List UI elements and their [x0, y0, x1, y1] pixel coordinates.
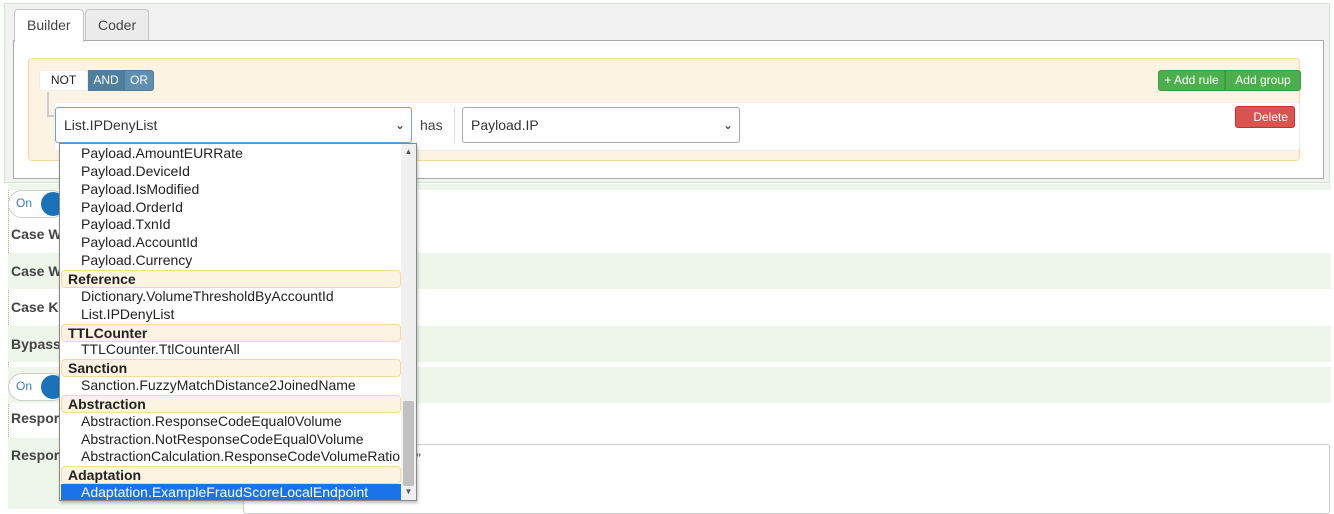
- and-button[interactable]: AND: [88, 70, 124, 91]
- dropdown-option[interactable]: AbstractionCalculation.ResponseCodeVolum…: [61, 448, 401, 466]
- divider: [454, 107, 455, 143]
- scroll-up-icon[interactable]: ▲: [401, 145, 416, 159]
- chevron-down-icon: ⌄: [722, 118, 733, 132]
- dropdown-option[interactable]: Payload.OrderId: [61, 199, 401, 217]
- dropdown-option[interactable]: Payload.AccountId: [61, 234, 401, 252]
- dropdown-group-header: Adaptation: [61, 466, 401, 485]
- dropdown-group-header: TTLCounter: [61, 323, 401, 342]
- setting-label: Respor: [11, 410, 60, 426]
- add-group-button[interactable]: Add group: [1225, 70, 1301, 91]
- setting-label: Case K: [11, 299, 59, 315]
- field-select-value: List.IPDenyList: [64, 117, 158, 133]
- setting-label: Case W: [11, 226, 62, 242]
- scrollbar-thumb[interactable]: [403, 401, 414, 486]
- dropdown-option[interactable]: Payload.DeviceId: [61, 163, 401, 181]
- dropdown-option[interactable]: Adaptation.ExampleFraudScoreLocalEndpoin…: [61, 484, 401, 500]
- dropdown-group-header: Sanction: [61, 359, 401, 378]
- dropdown-option[interactable]: Payload.Currency: [61, 252, 401, 270]
- dropdown-option[interactable]: TTLCounter.TtlCounterAll: [61, 341, 401, 359]
- field-select[interactable]: List.IPDenyList ⌄: [55, 107, 412, 143]
- dropdown-option[interactable]: Dictionary.VolumeThresholdByAccountId: [61, 288, 401, 306]
- add-rule-button[interactable]: + Add rule: [1158, 70, 1225, 91]
- dropdown-option[interactable]: Payload.AmountEURRate: [61, 145, 401, 163]
- value-select-value: Payload.IP: [471, 117, 539, 133]
- setting-label: Respor: [11, 447, 60, 463]
- setting-label: Bypass: [11, 336, 61, 352]
- dropdown-scrollbar[interactable]: ▲ ▼: [401, 144, 416, 500]
- toggle-on-label: On: [16, 379, 33, 393]
- dropdown-group-header: Abstraction: [61, 394, 401, 413]
- toggle-switch-2[interactable]: On: [8, 373, 66, 401]
- delete-rule-button[interactable]: Delete: [1235, 106, 1295, 128]
- toggle-on-label: On: [16, 196, 33, 210]
- operator-label: has: [420, 117, 443, 133]
- toggle-switch-1[interactable]: On: [8, 190, 66, 218]
- dropdown-option[interactable]: Abstraction.NotResponseCodeEqual0Volume: [61, 431, 401, 449]
- tab-builder[interactable]: Builder: [14, 9, 84, 42]
- scroll-down-icon[interactable]: ▼: [401, 485, 416, 499]
- or-button[interactable]: OR: [124, 70, 154, 91]
- not-button[interactable]: NOT: [39, 70, 88, 91]
- dropdown-option[interactable]: Payload.TxnId: [61, 216, 401, 234]
- dropdown-option[interactable]: Abstraction.ResponseCodeEqual0Volume: [61, 413, 401, 431]
- chevron-down-icon: ⌄: [394, 118, 405, 132]
- dropdown-group-header: Reference: [61, 269, 401, 288]
- value-select[interactable]: Payload.IP ⌄: [462, 107, 740, 143]
- dropdown-option[interactable]: Sanction.FuzzyMatchDistance2JoinedName: [61, 377, 401, 395]
- dropdown-option[interactable]: List.IPDenyList: [61, 306, 401, 324]
- tab-coder[interactable]: Coder: [85, 9, 150, 41]
- setting-label: Case W: [11, 263, 62, 279]
- dropdown-option[interactable]: Payload.IsModified: [61, 181, 401, 199]
- field-dropdown-list[interactable]: Payload.AmountEURRate Payload.DeviceId Pay…: [59, 143, 417, 501]
